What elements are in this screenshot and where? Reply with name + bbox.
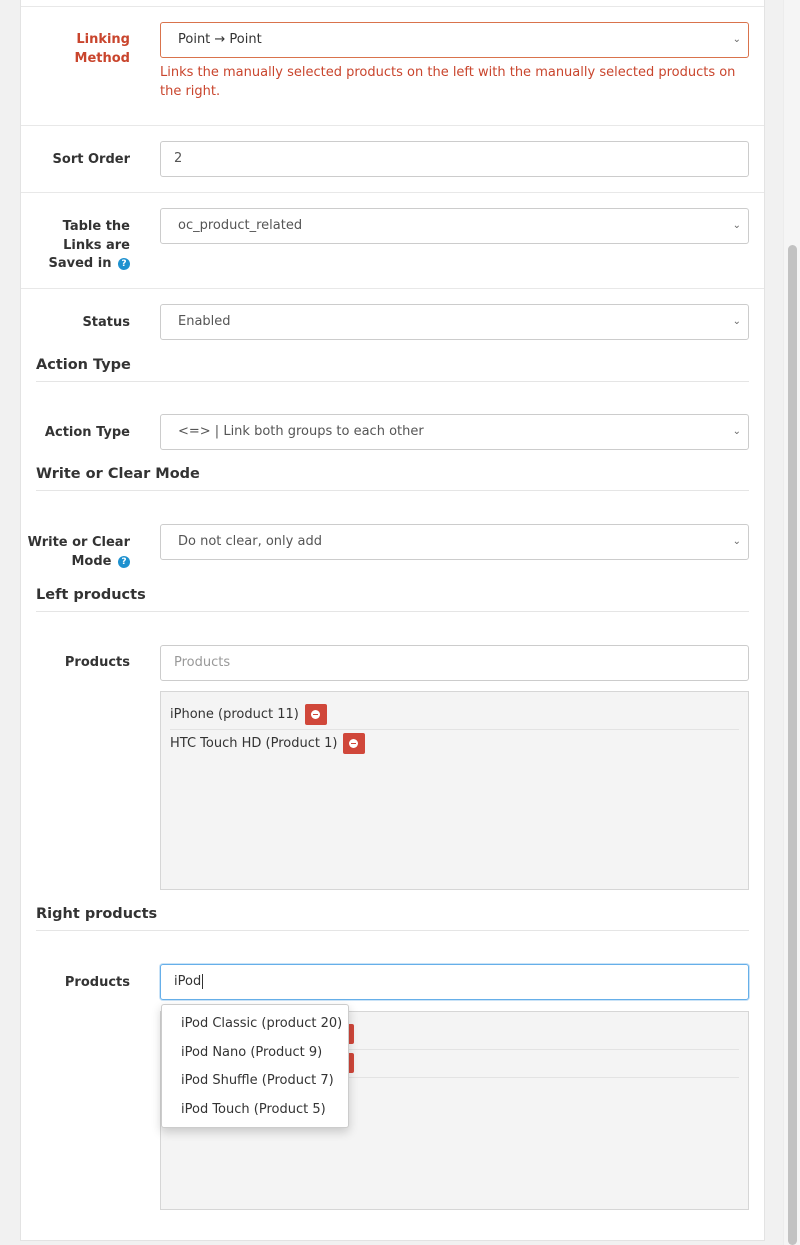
divider xyxy=(170,729,739,730)
chevron-down-icon: ⌄ xyxy=(732,316,741,327)
list-item: HTC Touch HD (Product 1) xyxy=(170,733,366,754)
question-circle-icon[interactable]: ? xyxy=(118,258,130,270)
autocomplete-item[interactable]: iPod Nano (Product 9) xyxy=(162,1039,348,1068)
action-type-select[interactable]: <=> | Link both groups to each other ⌄ xyxy=(160,414,749,450)
table-saved-select[interactable]: oc_product_related ⌄ xyxy=(160,208,749,244)
remove-button[interactable] xyxy=(343,733,366,754)
left-products-list: iPhone (product 11) HTC Touch HD (Produc… xyxy=(160,691,749,890)
table-saved-label: Table the Links are Saved in ? xyxy=(48,219,130,271)
autocomplete-item[interactable]: iPod Touch (Product 5) xyxy=(162,1096,348,1125)
linking-method-label: Linking Method xyxy=(74,32,130,66)
chevron-down-icon: ⌄ xyxy=(732,34,741,45)
autocomplete-item[interactable]: iPod Classic (product 20) xyxy=(162,1010,348,1039)
divider xyxy=(21,6,764,7)
divider xyxy=(21,125,764,126)
list-item: iPhone (product 11) xyxy=(170,704,327,725)
right-products-input[interactable]: iPod xyxy=(160,964,749,1000)
divider xyxy=(21,288,764,289)
status-select[interactable]: Enabled ⌄ xyxy=(160,304,749,340)
linking-method-select[interactable]: Point → Point ⌄ xyxy=(160,22,749,58)
question-circle-icon[interactable]: ? xyxy=(118,555,130,568)
scrollbar-thumb[interactable] xyxy=(788,245,797,1245)
sort-order-input[interactable]: 2 xyxy=(160,141,749,177)
text-cursor xyxy=(202,974,208,989)
divider xyxy=(21,192,764,193)
autocomplete-dropdown: iPod Classic (product 20) iPod Nano (Pro… xyxy=(161,1004,349,1128)
right-products-heading: Right products xyxy=(36,906,749,931)
sort-order-label: Sort Order xyxy=(52,152,130,167)
action-type-heading: Action Type xyxy=(36,357,749,382)
remove-button[interactable] xyxy=(304,704,327,725)
linking-method-help: Links the manually selected products on … xyxy=(160,65,736,99)
autocomplete-item[interactable]: iPod Shuffle (Product 7) xyxy=(162,1067,348,1096)
left-products-input[interactable]: Products xyxy=(160,645,749,681)
status-label: Status xyxy=(82,315,130,330)
left-products-label: Products xyxy=(64,655,130,670)
right-products-label: Products xyxy=(64,975,130,990)
write-clear-heading: Write or Clear Mode xyxy=(36,466,749,491)
write-clear-label: Write or Clear Mode ? xyxy=(27,535,130,569)
left-products-heading: Left products xyxy=(36,587,749,612)
chevron-down-icon: ⌄ xyxy=(732,536,741,547)
write-clear-select[interactable]: Do not clear, only add ⌄ xyxy=(160,524,749,560)
action-type-label: Action Type xyxy=(44,425,130,440)
chevron-down-icon: ⌄ xyxy=(732,426,741,437)
chevron-down-icon: ⌄ xyxy=(732,220,741,231)
